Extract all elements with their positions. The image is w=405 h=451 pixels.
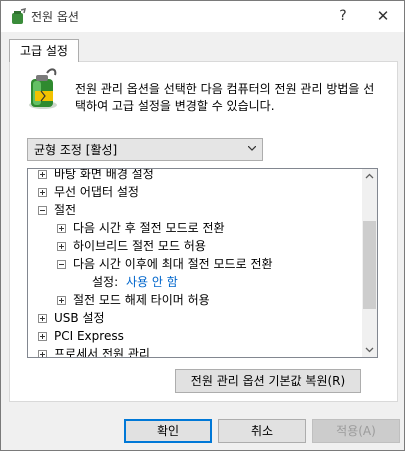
close-button[interactable]: ✕ (363, 1, 403, 32)
tree-item-sleep-after[interactable]: 다음 시간 후 절전 모드로 전환 (28, 219, 362, 237)
expand-plus-icon[interactable] (38, 170, 47, 179)
vertical-scrollbar[interactable] (362, 169, 377, 357)
tree-item-label: 바탕 화면 배경 설정 (54, 168, 154, 181)
tree-item-pci-express[interactable]: PCI Express (28, 327, 362, 345)
tree-item-hybrid-sleep[interactable]: 하이브리드 절전 모드 허용 (28, 237, 362, 255)
battery-power-icon (29, 68, 57, 109)
tree-item-label: 무선 어댑터 설정 (54, 185, 139, 199)
tree-item-label: PCI Express (54, 329, 124, 343)
tree-item-wireless-adapter[interactable]: 무선 어댑터 설정 (28, 183, 362, 201)
tree-item-wake-timers[interactable]: 절전 모드 해제 타이머 허용 (28, 291, 362, 309)
tree-item-label: 절전 모드 해제 타이머 허용 (73, 293, 210, 307)
tree-item-hibernate-setting[interactable]: 설정: 사용 안 함 (28, 273, 362, 291)
tree-item-processor-power[interactable]: 프로세서 전원 관리 (28, 345, 362, 358)
tree-item-label: 프로세서 전원 관리 (54, 347, 150, 358)
window-title: 전원 옵션 (31, 10, 79, 24)
settings-tree[interactable]: 바탕 화면 배경 설정 무선 어댑터 설정 절전 다음 시간 후 절전 모드로 … (27, 168, 378, 358)
apply-button[interactable]: 적용(A) (312, 419, 400, 443)
scroll-up-arrow-icon[interactable] (362, 169, 377, 184)
settings-description: 전원 관리 옵션을 선택한 다음 컴퓨터의 전원 관리 방법을 선택하여 고급 … (75, 82, 375, 113)
chevron-down-icon (248, 146, 256, 151)
tree-item-label: 절전 (54, 203, 77, 217)
collapse-minus-icon[interactable] (38, 206, 47, 215)
title-bar[interactable]: 전원 옵션 ? ✕ (1, 1, 404, 32)
settings-tree-rows: 바탕 화면 배경 설정 무선 어댑터 설정 절전 다음 시간 후 절전 모드로 … (28, 168, 362, 358)
expand-plus-icon[interactable] (57, 296, 66, 305)
tree-item-label: 하이브리드 절전 모드 허용 (73, 239, 206, 253)
scrollbar-thumb[interactable] (363, 221, 376, 309)
restore-defaults-button[interactable]: 전원 관리 옵션 기본값 복원(R) (175, 369, 361, 393)
expand-plus-icon[interactable] (38, 188, 47, 197)
expand-plus-icon[interactable] (38, 314, 47, 323)
cancel-button[interactable]: 취소 (218, 419, 306, 443)
expand-plus-icon[interactable] (38, 350, 47, 357)
power-options-window: 전원 옵션 ? ✕ 고급 설정 전원 관리 옵션을 선택한 다음 컴퓨터의 전원… (0, 0, 405, 451)
expand-plus-icon[interactable] (57, 242, 66, 251)
tree-item-sleep[interactable]: 절전 (28, 201, 362, 219)
setting-value-link[interactable]: 사용 안 함 (126, 273, 178, 291)
help-button[interactable]: ? (323, 1, 363, 32)
scroll-down-arrow-icon[interactable] (362, 342, 377, 357)
tree-item-label: 다음 시간 이후에 최대 절전 모드로 전환 (73, 257, 273, 271)
tree-item-hibernate-after[interactable]: 다음 시간 이후에 최대 절전 모드로 전환 (28, 255, 362, 273)
expand-plus-icon[interactable] (38, 332, 47, 341)
power-plan-value: 균형 조정 [활성] (34, 143, 118, 157)
ok-button[interactable]: 확인 (124, 419, 212, 443)
collapse-minus-icon[interactable] (57, 260, 66, 269)
expand-plus-icon[interactable] (57, 224, 66, 233)
tree-item-label: USB 설정 (54, 311, 105, 325)
tree-item-usb-settings[interactable]: USB 설정 (28, 309, 362, 327)
power-options-icon (12, 8, 27, 24)
setting-label: 설정: (92, 275, 119, 289)
power-plan-dropdown[interactable]: 균형 조정 [활성] (27, 138, 263, 161)
tree-item-label: 다음 시간 후 절전 모드로 전환 (73, 221, 225, 235)
tree-item-desktop-background[interactable]: 바탕 화면 배경 설정 (28, 168, 362, 183)
tab-advanced-settings[interactable]: 고급 설정 (9, 39, 79, 62)
